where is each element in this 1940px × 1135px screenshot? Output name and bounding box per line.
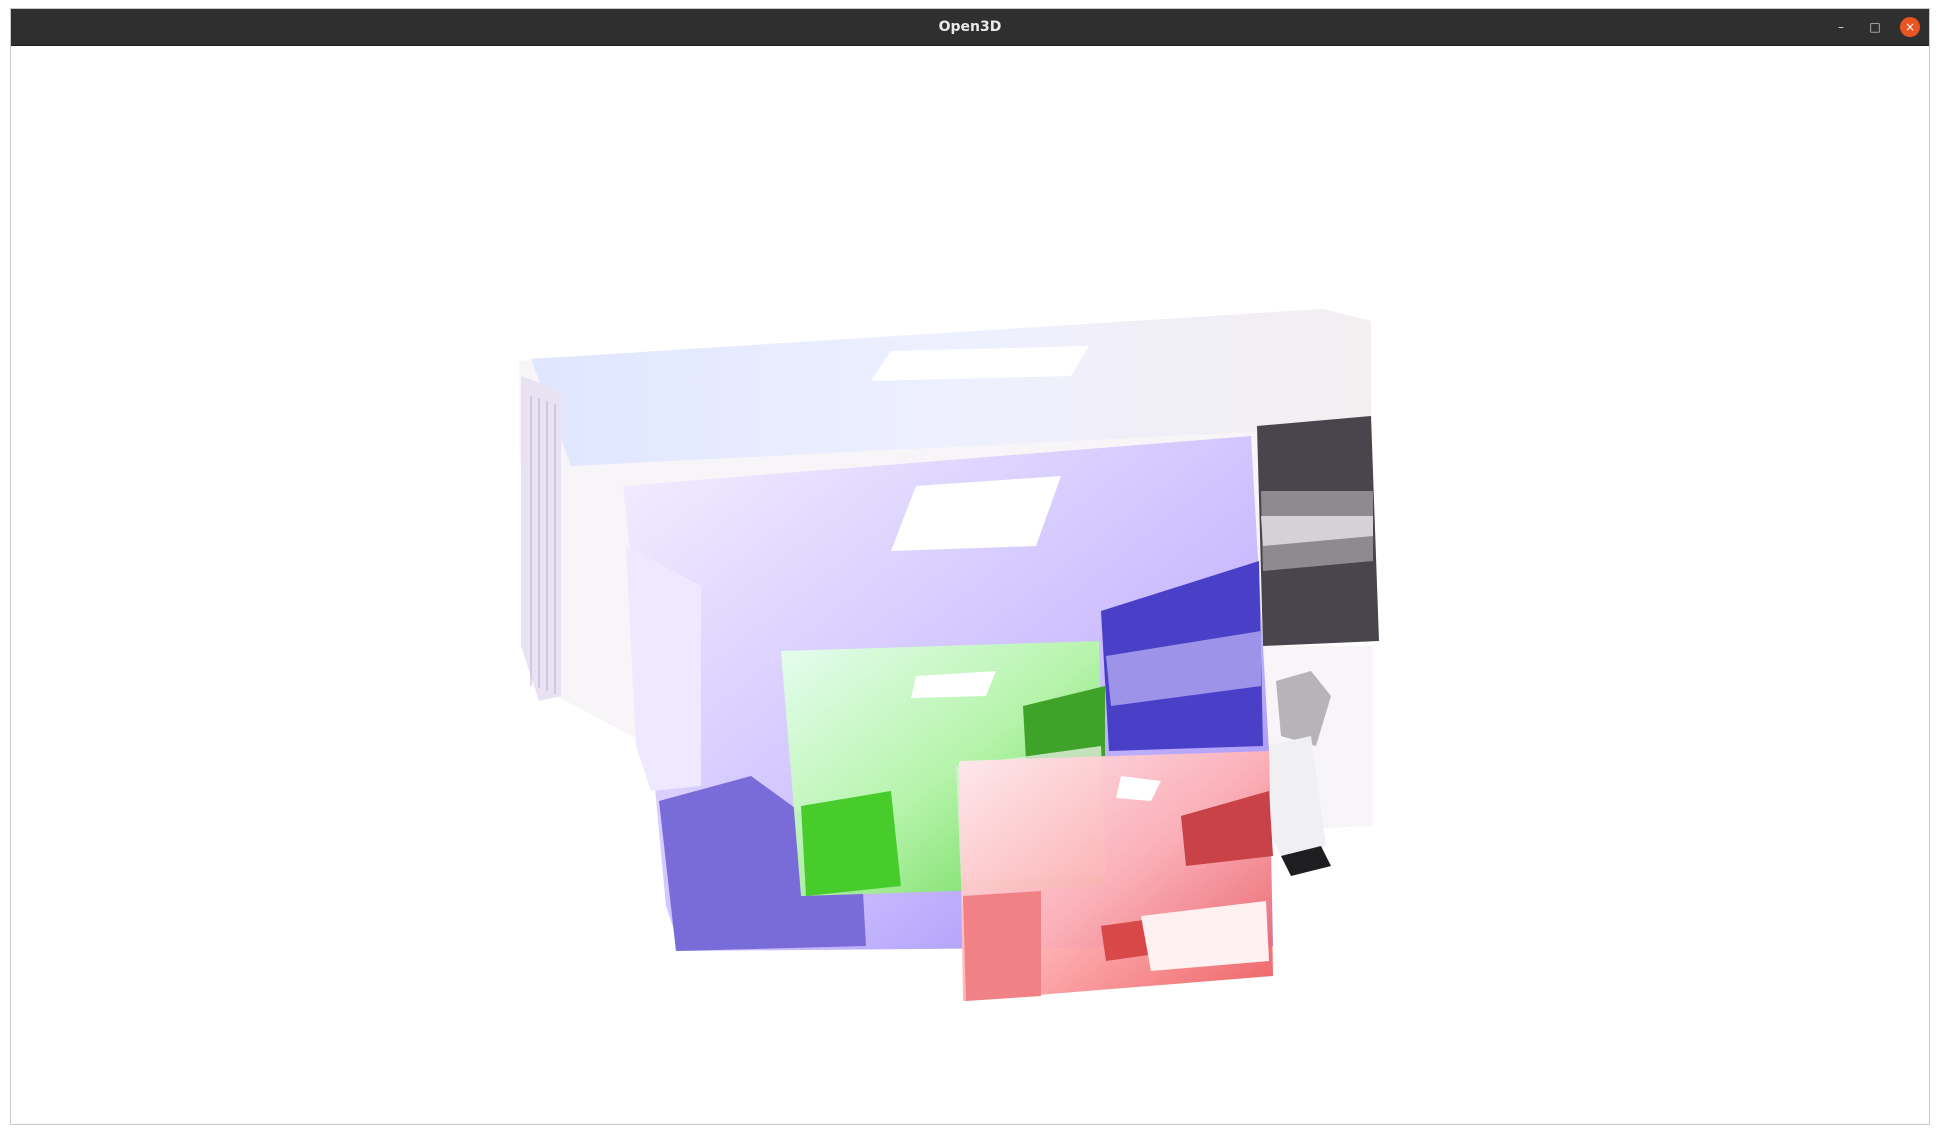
title-bar[interactable]: Open3D – □ × [11,9,1929,46]
minimize-icon[interactable]: – [1831,17,1851,37]
maximize-icon[interactable]: □ [1865,17,1885,37]
window-title: Open3D [938,19,1002,35]
point-cloud-render [519,309,1379,1001]
close-icon[interactable]: × [1900,17,1920,37]
3d-viewport[interactable] [11,46,1929,1124]
app-window: Open3D – □ × [10,8,1930,1125]
red-tinted-frame [959,751,1273,1001]
